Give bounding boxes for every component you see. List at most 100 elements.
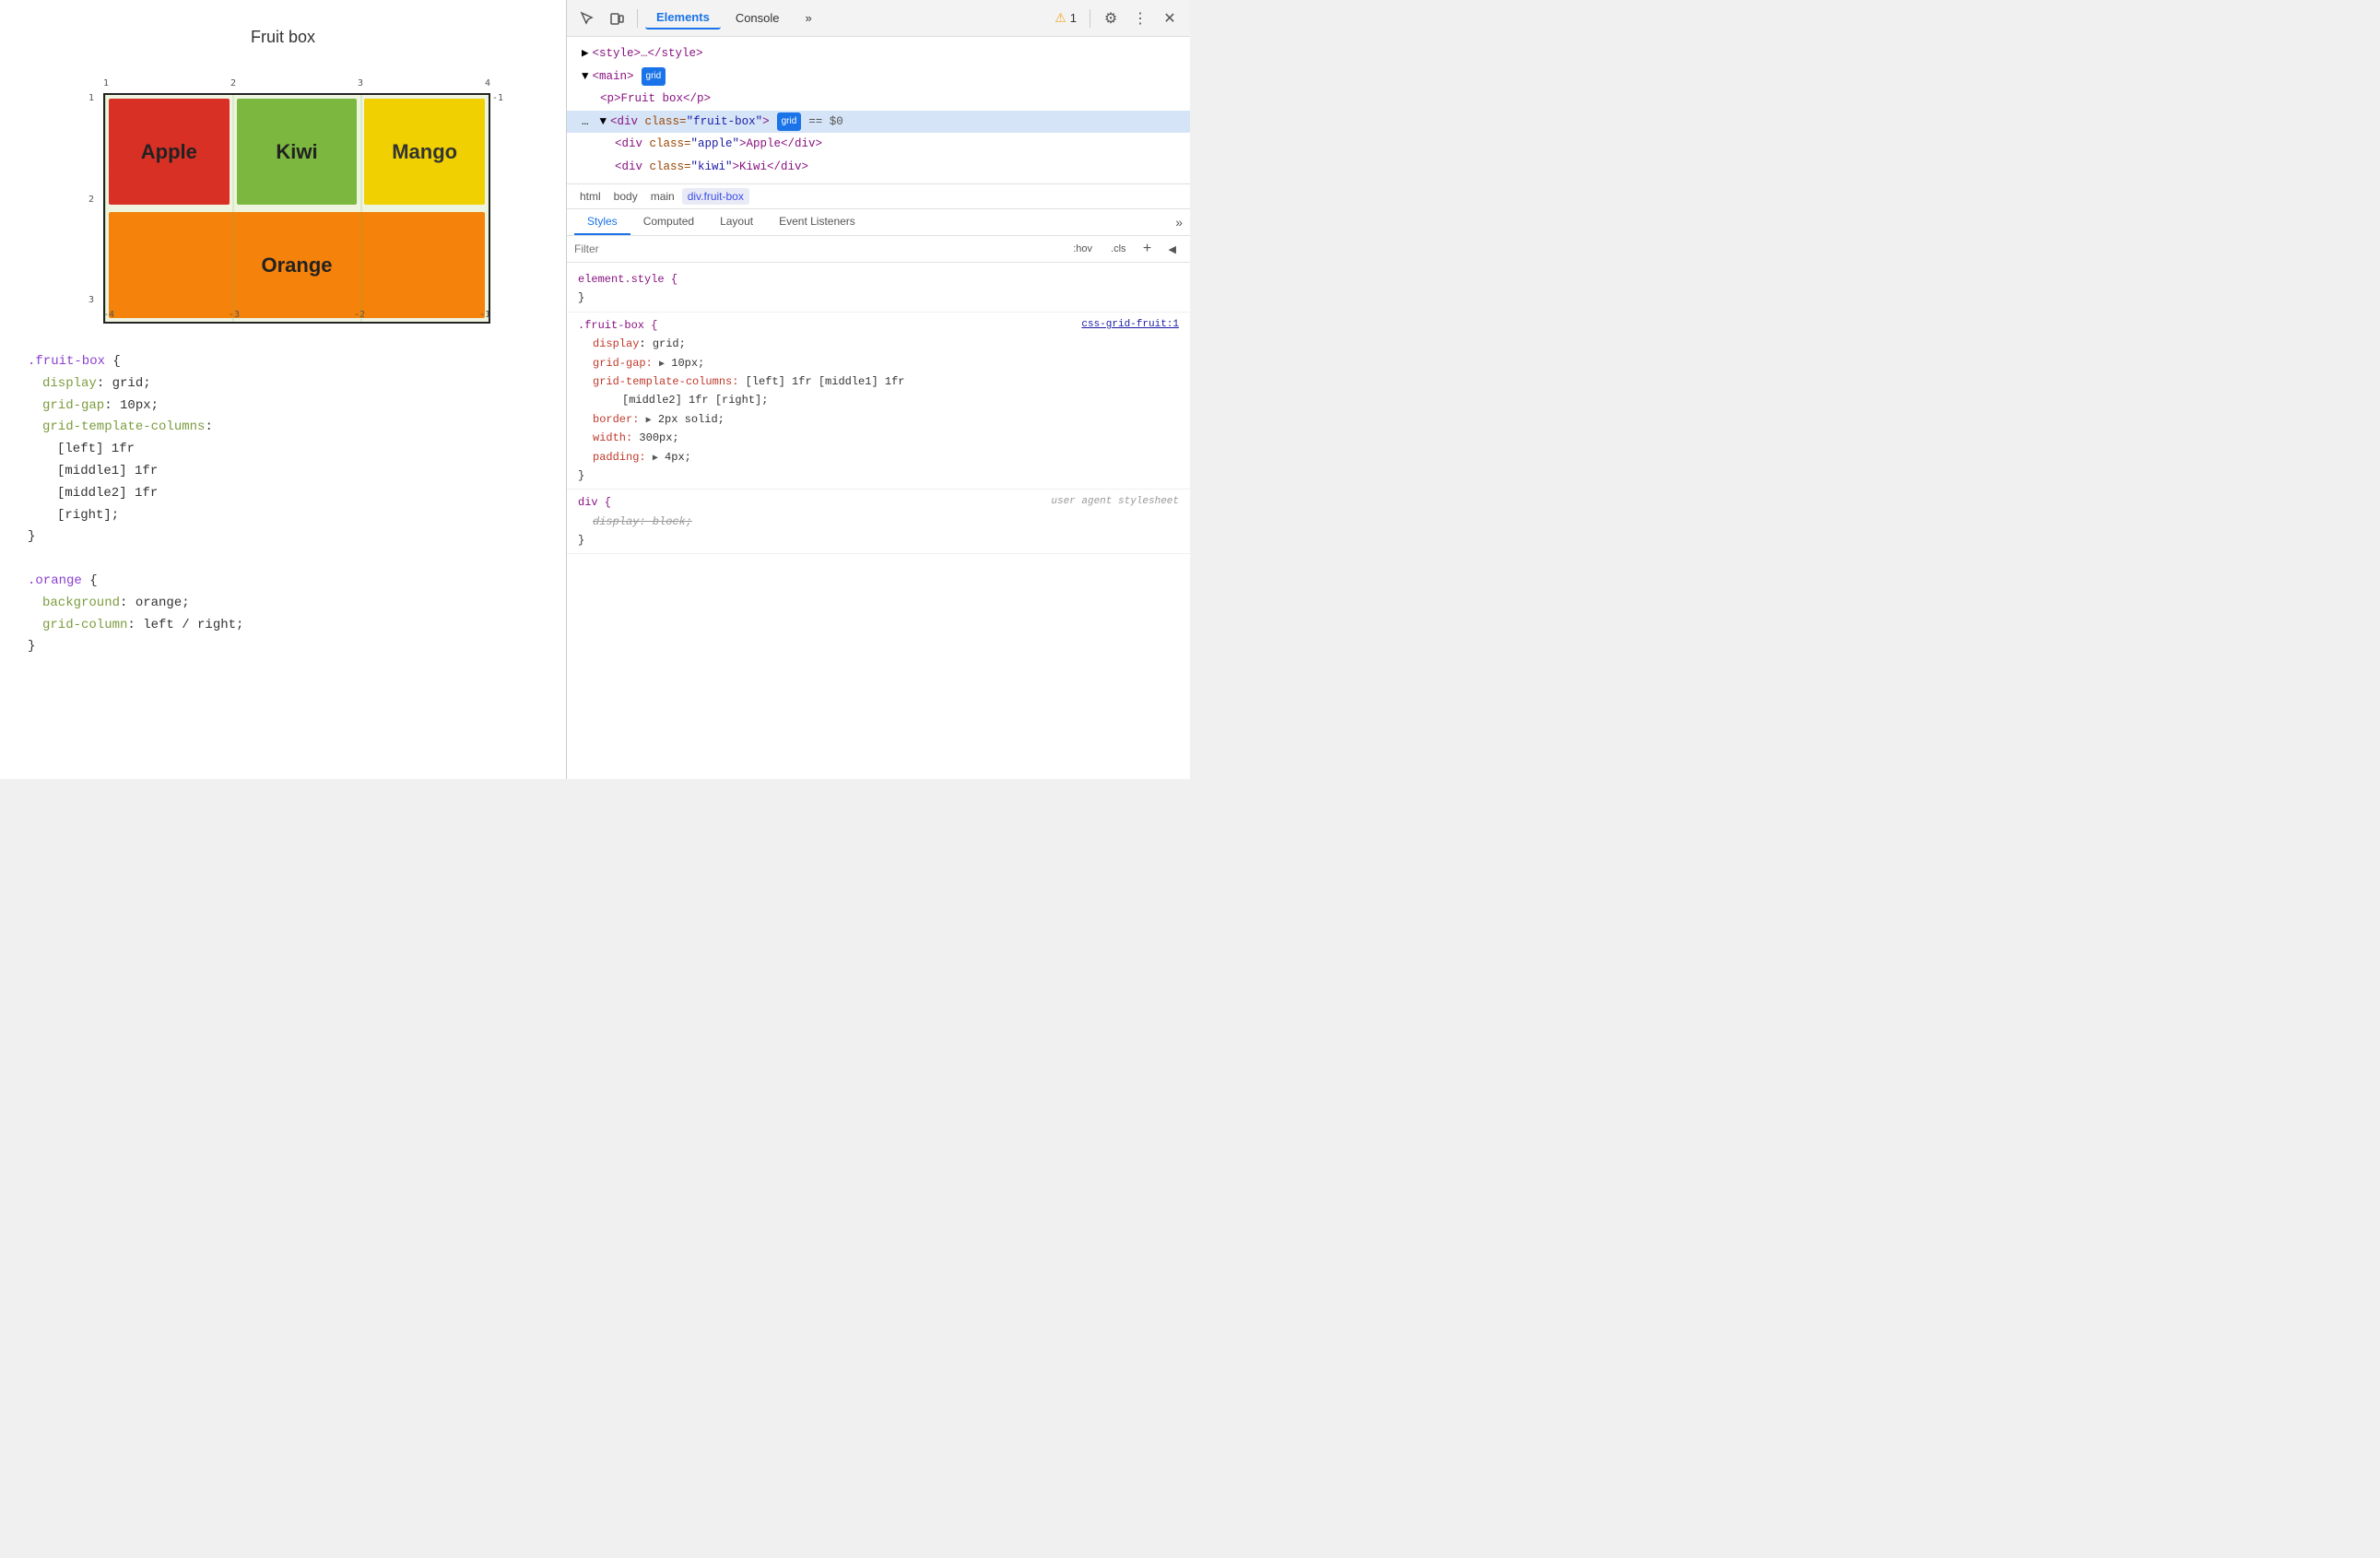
rule-source-div: user agent stylesheet	[1051, 493, 1179, 512]
rule-header-div: div { user agent stylesheet	[578, 493, 1179, 512]
grid-gap-expand[interactable]: ▶	[659, 360, 665, 370]
tab-console[interactable]: Console	[725, 7, 791, 29]
fruit-cell-apple: Apple	[109, 99, 230, 205]
grid-left-numbers: 1 2 3	[88, 93, 94, 305]
tab-event-listeners[interactable]: Event Listeners	[766, 209, 868, 235]
close-icon[interactable]: ✕	[1157, 6, 1183, 31]
tab-styles[interactable]: Styles	[574, 209, 630, 235]
rule-header-fruit-box: .fruit-box { css-grid-fruit:1	[578, 316, 1179, 335]
warning-icon: ⚠	[1055, 10, 1066, 26]
rule-prop-grid-gap: grid-gap: ▶ 10px;	[578, 354, 1179, 372]
dom-tag-fruit-box: <div class="fruit-box">	[610, 112, 770, 133]
dom-line-main[interactable]: ▼ <main> grid	[567, 65, 1190, 89]
dom-line-kiwi[interactable]: <div class="kiwi">Kiwi</div>	[567, 156, 1190, 179]
rule-selector-element: element.style {	[578, 270, 1179, 289]
grid-visualization: 1 2 3 4 1 2 3 Apple Kiwi Mango Orange -4…	[76, 65, 490, 324]
dom-tree: ▶ <style>…</style> ▼ <main> grid <p>Frui…	[567, 37, 1190, 184]
add-style-button[interactable]: +	[1138, 240, 1157, 258]
dom-tag-main: <main>	[593, 66, 634, 88]
breadcrumb-fruit-box[interactable]: div.fruit-box	[682, 188, 749, 205]
grid-bottom-numbers: -4 -3 -2 -1	[103, 310, 490, 320]
breadcrumb-main[interactable]: main	[645, 188, 680, 205]
rule-brace: }	[578, 291, 584, 304]
toggle-sidebar-icon[interactable]: ◀	[1162, 241, 1183, 258]
prop-val-padding: 4px;	[665, 451, 691, 464]
tab-more[interactable]: »	[795, 7, 823, 29]
prop-name-padding: padding:	[593, 451, 646, 464]
rule-prop-div-display: display: block;	[578, 513, 1179, 531]
dom-tag-style: <style>…</style>	[593, 43, 703, 65]
styles-tabs: Styles Computed Layout Event Listeners »	[567, 209, 1190, 236]
rule-selector-fruit-box: .fruit-box {	[578, 316, 657, 335]
code-block: .fruit-box { display: grid; grid-gap: 10…	[18, 351, 548, 658]
tab-computed[interactable]: Computed	[630, 209, 707, 235]
devtools-panel: Elements Console » ⚠ 1 ⚙ ⋮ ✕ ▶ <style>…<…	[567, 0, 1190, 779]
more-options-icon[interactable]: ⋮	[1127, 6, 1153, 31]
cls-button[interactable]: .cls	[1104, 241, 1133, 257]
rule-close-fruit-box: }	[578, 466, 1179, 485]
breadcrumb-body[interactable]: body	[608, 188, 643, 205]
rule-prop-width: width: 300px;	[578, 429, 1179, 447]
grid-right-number: -1	[492, 93, 503, 103]
hov-button[interactable]: :hov	[1066, 241, 1099, 257]
device-icon[interactable]	[604, 6, 630, 31]
tab-layout[interactable]: Layout	[707, 209, 766, 235]
code-close-fruit-box: }	[28, 526, 538, 549]
code-prop-grid-template: grid-template-columns:	[28, 417, 538, 439]
dom-line-style[interactable]: ▶ <style>…</style>	[567, 42, 1190, 65]
prop-val-display: grid;	[653, 337, 686, 350]
grid-num-top-1: 1	[103, 78, 109, 89]
padding-expand[interactable]: ▶	[653, 454, 658, 464]
rule-close-div: }	[578, 531, 1179, 549]
code-prop-display: display: grid;	[28, 373, 538, 395]
breadcrumb-html[interactable]: html	[574, 188, 607, 205]
grid-top-numbers: 1 2 3 4	[103, 78, 490, 89]
styles-more-icon[interactable]: »	[1175, 215, 1183, 230]
dom-line-apple[interactable]: <div class="apple">Apple</div>	[567, 133, 1190, 156]
tab-elements[interactable]: Elements	[645, 6, 721, 30]
fruit-grid: Apple Kiwi Mango Orange	[103, 93, 490, 324]
prop-val-grid-gap: 10px;	[671, 357, 704, 370]
grid-num-left-1: 1	[88, 93, 94, 103]
grid-num-top-2: 2	[230, 78, 236, 89]
rule-close-element: }	[578, 289, 1179, 307]
code-val-middle1: [middle1] 1fr	[28, 461, 538, 483]
grid-num-bottom-2: -3	[229, 310, 240, 320]
rule-prop-grid-template: grid-template-columns: [left] 1fr [middl…	[578, 372, 1179, 391]
toolbar-divider-1	[637, 9, 638, 28]
prop-name-width: width:	[593, 431, 632, 444]
rule-selector-text: element.style {	[578, 273, 677, 286]
prop-name-grid-template: grid-template-columns:	[593, 375, 738, 388]
rule-source-fruit-box[interactable]: css-grid-fruit:1	[1081, 316, 1179, 335]
inspect-icon[interactable]	[574, 6, 600, 31]
warning-count: 1	[1070, 11, 1077, 25]
code-val-left: [left] 1fr	[28, 439, 538, 461]
prop-val-grid-template-2: [middle2] 1fr [right];	[622, 394, 768, 407]
filter-input[interactable]	[574, 242, 1061, 255]
rule-selector-div: div {	[578, 493, 611, 512]
css-rule-fruit-box: .fruit-box { css-grid-fruit:1 display: g…	[567, 313, 1190, 490]
dom-expand-main: ▼	[574, 66, 589, 88]
code-selector-fruit-box: .fruit-box {	[28, 351, 538, 373]
dom-expand-fruit-box: ▼	[600, 112, 607, 133]
css-rules-panel: element.style { } .fruit-box { css-grid-…	[567, 263, 1190, 779]
code-selector-orange: .orange {	[28, 571, 538, 593]
prop-strikethrough-display: display: block;	[593, 515, 692, 528]
prop-name-border: border:	[593, 413, 639, 426]
dom-line-fruit-box[interactable]: … ▼ <div class="fruit-box"> grid == $0	[567, 111, 1190, 134]
settings-icon[interactable]: ⚙	[1098, 6, 1124, 31]
grid-num-bottom-1: -4	[103, 310, 114, 320]
prop-val-width: 300px;	[639, 431, 678, 444]
fruit-cell-orange: Orange	[109, 212, 485, 318]
code-close-orange: }	[28, 636, 538, 658]
code-prop-grid-column: grid-column: left / right;	[28, 615, 538, 637]
fruit-cell-kiwi: Kiwi	[237, 99, 358, 205]
code-val-middle2: [middle2] 1fr	[28, 483, 538, 505]
border-expand[interactable]: ▶	[646, 416, 652, 426]
rule-prop-border: border: ▶ 2px solid;	[578, 410, 1179, 429]
breadcrumb-bar: html body main div.fruit-box	[567, 184, 1190, 209]
dom-line-p[interactable]: <p>Fruit box</p>	[567, 88, 1190, 111]
warning-badge: ⚠ 1	[1049, 8, 1082, 28]
prop-name-grid-gap: grid-gap:	[593, 357, 653, 370]
dollar-zero: == $0	[808, 112, 843, 133]
